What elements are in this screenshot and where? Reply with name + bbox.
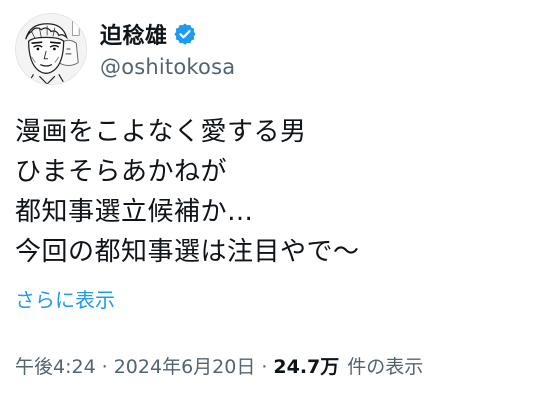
views-label[interactable]: 件の表示 (347, 352, 423, 379)
tweet-text-line: 今回の都知事選は注目やで～ (15, 237, 360, 267)
tweet-text: 漫画をこよなく愛する男 ひまそらあかねが 都知事選立候補か… 今回の都知事選は注… (15, 112, 535, 272)
tweet-text-line: 漫画をこよなく愛する男 (15, 117, 307, 147)
tweet-header: 迫稔雄 @oshitokosa (15, 13, 235, 85)
tweet-time[interactable]: 午後4:24 (15, 352, 96, 379)
show-more-link[interactable]: さらに表示 (15, 284, 115, 313)
tweet-text-line: ひまそらあかねが (15, 157, 228, 187)
meta-separator: · (261, 356, 268, 378)
tweet-text-line: 都知事選立候補か… (15, 197, 254, 227)
tweet-metadata: 午後4:24 · 2024年6月20日 · 24.7万 件の表示 (15, 352, 423, 379)
meta-separator: · (101, 356, 108, 378)
display-name[interactable]: 迫稔雄 (100, 18, 168, 50)
avatar[interactable] (15, 13, 87, 85)
author-names: 迫稔雄 @oshitokosa (100, 19, 235, 79)
avatar-manga-illustration (16, 14, 86, 84)
tweet-date[interactable]: 2024年6月20日 (114, 352, 256, 379)
views-count[interactable]: 24.7万 (273, 352, 339, 379)
author-handle[interactable]: @oshitokosa (100, 55, 235, 79)
display-name-row: 迫稔雄 (100, 19, 235, 49)
verified-badge-icon[interactable] (173, 22, 197, 46)
